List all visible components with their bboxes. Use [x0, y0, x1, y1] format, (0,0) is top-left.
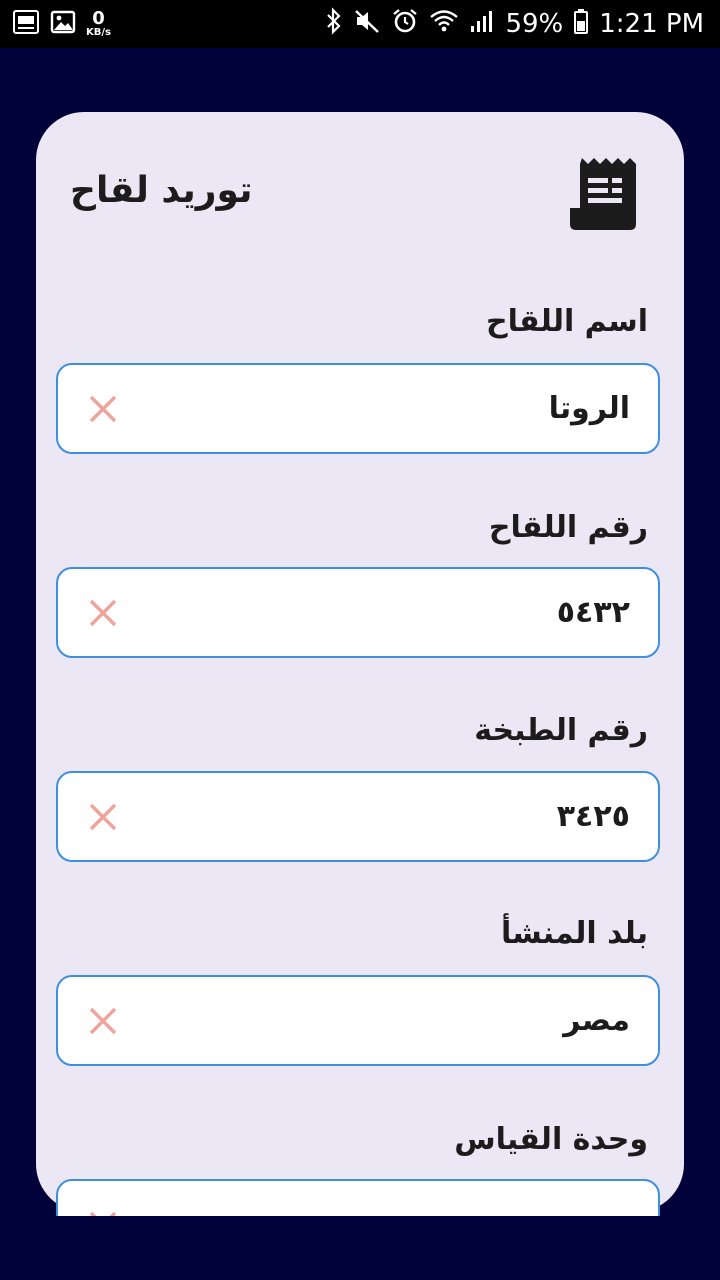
- bottom-background: [0, 1216, 720, 1280]
- gallery-icon: [50, 9, 76, 39]
- battery-percent: 59%: [505, 9, 564, 39]
- battery-icon: [573, 7, 589, 42]
- vaccine-name-value[interactable]: الروتا: [549, 365, 630, 452]
- page-title: توريد لقاح: [70, 170, 253, 211]
- vaccine-name-label: اسم اللقاح: [485, 304, 648, 339]
- network-speed-unit: KB/s: [86, 27, 111, 38]
- batch-number-value[interactable]: ٣٤٢٥: [557, 773, 630, 860]
- clock: 1:21 PM: [599, 9, 704, 39]
- ram-icon: [12, 8, 40, 40]
- vaccine-number-input[interactable]: ٥٤٣٢: [56, 567, 660, 658]
- clear-batch-number-icon[interactable]: [86, 800, 120, 834]
- mute-icon: [353, 7, 381, 42]
- batch-number-input[interactable]: ٣٤٢٥: [56, 771, 660, 862]
- clear-country-of-origin-icon[interactable]: [86, 1004, 120, 1038]
- clear-vaccine-number-icon[interactable]: [86, 596, 120, 630]
- unit-of-measure-label: وحدة القياس: [454, 1122, 648, 1157]
- status-bar: 0 KB/s 59% 1:21 PM: [0, 0, 720, 48]
- clear-vaccine-name-icon[interactable]: [86, 392, 120, 426]
- vaccine-number-value[interactable]: ٥٤٣٢: [557, 569, 630, 656]
- country-of-origin-input[interactable]: مصر: [56, 975, 660, 1066]
- wifi-icon: [429, 7, 459, 42]
- vaccine-number-label: رقم اللقاح: [488, 510, 648, 545]
- receipt-icon: [566, 154, 640, 234]
- bluetooth-icon: [325, 6, 343, 42]
- status-right: 59% 1:21 PM: [325, 0, 704, 48]
- network-speed: 0 KB/s: [86, 10, 111, 38]
- country-of-origin-label: بلد المنشأ: [501, 916, 648, 951]
- vaccine-name-input[interactable]: الروتا: [56, 363, 660, 454]
- alarm-icon: [391, 7, 419, 42]
- network-speed-value: 0: [92, 8, 105, 29]
- batch-number-label: رقم الطبخة: [474, 713, 648, 748]
- country-of-origin-value[interactable]: مصر: [563, 977, 630, 1064]
- status-left: 0 KB/s: [12, 8, 111, 40]
- signal-icon: [469, 8, 495, 41]
